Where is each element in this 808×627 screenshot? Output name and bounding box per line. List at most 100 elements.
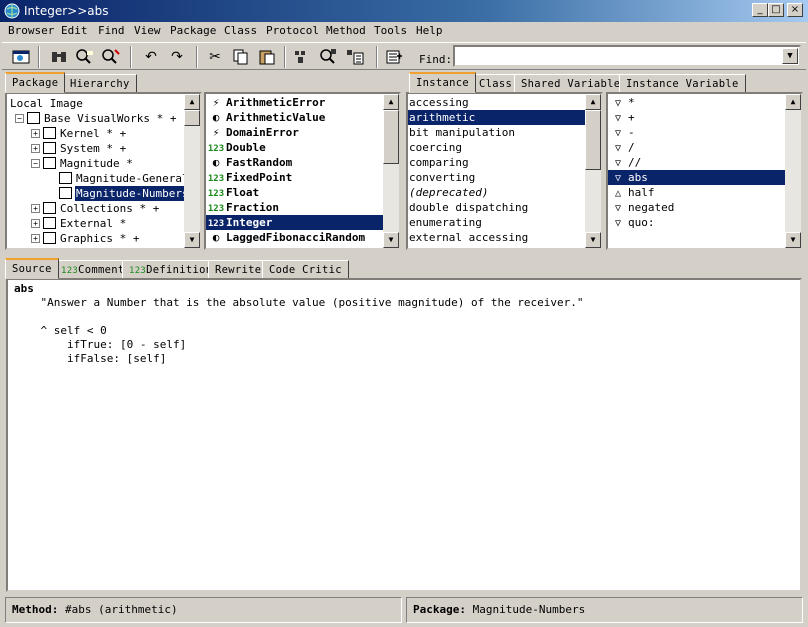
class-list-item[interactable]: ⚡ DomainError bbox=[206, 125, 383, 140]
package-tree-label: Kernel * + bbox=[60, 127, 127, 140]
scroll-up-icon[interactable]: ▲ bbox=[785, 94, 801, 110]
protocol-list-item[interactable]: comparing bbox=[408, 155, 585, 170]
method-list-item[interactable]: ▽ negated bbox=[608, 200, 785, 215]
collapse-icon[interactable]: − bbox=[15, 114, 24, 123]
find-input[interactable]: ▼ bbox=[453, 45, 801, 67]
class-list-pane[interactable]: ⚡ ArithmeticError ◐ ArithmeticValue ⚡ DomainE… bbox=[204, 92, 401, 250]
source-code-editor[interactable]: abs "Answer a Number that is the absolut… bbox=[6, 278, 802, 592]
package-scrollbar[interactable]: ▲ ▼ bbox=[184, 94, 200, 248]
method-list-item[interactable]: ▽ // bbox=[608, 155, 785, 170]
class-list-item[interactable]: 123 Integer bbox=[206, 215, 383, 230]
source-code[interactable]: abs "Answer a Number that is the absolut… bbox=[14, 282, 584, 366]
copy-icon[interactable] bbox=[230, 46, 252, 68]
scroll-thumb[interactable] bbox=[585, 110, 601, 170]
menu-browser[interactable]: Browser bbox=[8, 24, 54, 37]
protocol-list-item[interactable]: (deprecated) bbox=[408, 185, 585, 200]
menu-view[interactable]: View bbox=[134, 24, 161, 37]
redo-icon[interactable]: ↷ bbox=[166, 46, 188, 68]
run-tests-icon[interactable] bbox=[384, 46, 406, 68]
scroll-up-icon[interactable]: ▲ bbox=[585, 94, 601, 110]
paste-icon[interactable] bbox=[256, 46, 278, 68]
method-scrollbar[interactable]: ▲ ▼ bbox=[785, 94, 801, 248]
find-implementors-icon[interactable] bbox=[100, 46, 122, 68]
protocol-list-item[interactable]: accessing bbox=[408, 95, 585, 110]
class-list-item[interactable]: 123 Float bbox=[206, 185, 383, 200]
tab-shared-variable[interactable]: Shared Variable bbox=[514, 74, 628, 93]
tab-code-critic[interactable]: Code Critic bbox=[262, 260, 349, 279]
expand-icon[interactable]: + bbox=[31, 144, 40, 153]
tab-package[interactable]: Package bbox=[5, 72, 66, 93]
class-scrollbar[interactable]: ▲ ▼ bbox=[383, 94, 399, 248]
method-list-item[interactable]: ▽ + bbox=[608, 110, 785, 125]
package-tree-pane[interactable]: Local Image − Base VisualWorks * + + Kernel … bbox=[5, 92, 202, 250]
method-list-pane[interactable]: ▽ * ▽ + ▽ - ▽ / ▽//▽ abs △ half ▽ negated ▽ quo: ▲ ▼ bbox=[606, 92, 803, 250]
class-list-item[interactable]: ◐ ArithmeticValue bbox=[206, 110, 383, 125]
status-method-label: Method: bbox=[12, 603, 59, 616]
tab-rewrite[interactable]: Rewrite bbox=[208, 260, 269, 279]
class-list-item[interactable]: 123 FixedPoint bbox=[206, 170, 383, 185]
class-list-item[interactable]: 123 Fraction bbox=[206, 200, 383, 215]
find-references-icon[interactable] bbox=[74, 46, 96, 68]
cut-icon[interactable]: ✂ bbox=[204, 46, 226, 68]
class-list-item[interactable]: ◐ FastRandom bbox=[206, 155, 383, 170]
tab-source[interactable]: Source bbox=[5, 258, 59, 279]
protocol-list-item[interactable]: double dispatching bbox=[408, 200, 585, 215]
tab-instance[interactable]: Instance bbox=[409, 72, 476, 93]
browser-icon[interactable] bbox=[10, 46, 32, 68]
protocol-list-pane[interactable]: accessing arithmetic bit manipulation coerc… bbox=[406, 92, 603, 250]
minimize-button[interactable]: _ bbox=[752, 3, 768, 17]
class-list-item[interactable]: 123 Double bbox=[206, 140, 383, 155]
expand-icon[interactable]: + bbox=[31, 204, 40, 213]
chevron-down-icon[interactable]: ▼ bbox=[782, 48, 798, 64]
menu-tools[interactable]: Tools bbox=[374, 24, 407, 37]
expand-icon[interactable]: + bbox=[31, 129, 40, 138]
method-list-item[interactable]: △ half bbox=[608, 185, 785, 200]
protocol-scrollbar[interactable]: ▲ ▼ bbox=[585, 94, 601, 248]
tab-definition[interactable]: 123Definition bbox=[122, 260, 220, 279]
protocol-list-item[interactable]: converting bbox=[408, 170, 585, 185]
menu-help[interactable]: Help bbox=[416, 24, 443, 37]
protocol-list-item[interactable]: external accessing bbox=[408, 230, 585, 245]
menu-method[interactable]: Method bbox=[326, 24, 366, 37]
expand-icon[interactable]: + bbox=[31, 234, 40, 243]
title-bar[interactable]: Integer>>abs _ □ × bbox=[0, 0, 808, 22]
scroll-up-icon[interactable]: ▲ bbox=[184, 94, 200, 110]
menu-edit[interactable]: Edit bbox=[61, 24, 88, 37]
menu-protocol[interactable]: Protocol bbox=[266, 24, 319, 37]
undo-icon[interactable]: ↶ bbox=[140, 46, 162, 68]
method-list-item[interactable]: ▽ abs bbox=[608, 170, 785, 185]
scroll-thumb[interactable] bbox=[383, 110, 399, 164]
find-class-icon[interactable] bbox=[292, 46, 314, 68]
method-list-item[interactable]: ▽ - bbox=[608, 125, 785, 140]
scroll-down-icon[interactable]: ▼ bbox=[383, 232, 399, 248]
method-list-item[interactable]: ▽ / bbox=[608, 140, 785, 155]
scroll-up-icon[interactable]: ▲ bbox=[383, 94, 399, 110]
scroll-down-icon[interactable]: ▼ bbox=[785, 232, 801, 248]
tab-instance-variable[interactable]: Instance Variable bbox=[619, 74, 746, 93]
method-list-item[interactable]: ▽ quo: bbox=[608, 215, 785, 230]
expand-icon[interactable]: + bbox=[31, 219, 40, 228]
menu-class[interactable]: Class bbox=[224, 24, 257, 37]
tab-comment[interactable]: 123Comment bbox=[54, 260, 132, 279]
class-list-item[interactable]: ⚡ ArithmeticError bbox=[206, 95, 383, 110]
find-method-icon[interactable] bbox=[318, 46, 340, 68]
class-name: ArithmeticError bbox=[226, 96, 326, 109]
maximize-button[interactable]: □ bbox=[768, 3, 784, 17]
collapse-icon[interactable]: − bbox=[31, 159, 40, 168]
scroll-down-icon[interactable]: ▼ bbox=[184, 232, 200, 248]
close-button[interactable]: × bbox=[787, 3, 803, 17]
scroll-down-icon[interactable]: ▼ bbox=[585, 232, 601, 248]
protocol-list-item[interactable]: enumerating bbox=[408, 215, 585, 230]
protocol-list-item[interactable]: arithmetic bbox=[408, 110, 585, 125]
method-list-item[interactable]: ▽ * bbox=[608, 95, 785, 110]
tab-hierarchy[interactable]: Hierarchy bbox=[63, 74, 137, 93]
protocol-list-item[interactable]: bit manipulation bbox=[408, 125, 585, 140]
class-list-item[interactable]: ◐ LaggedFibonacciRandom bbox=[206, 230, 383, 245]
tab-class[interactable]: Class bbox=[472, 74, 520, 93]
protocol-list-item[interactable]: coercing bbox=[408, 140, 585, 155]
browse-hierarchy-icon[interactable] bbox=[344, 46, 366, 68]
scroll-thumb[interactable] bbox=[184, 110, 200, 126]
menu-package[interactable]: Package bbox=[170, 24, 216, 37]
menu-find[interactable]: Find bbox=[98, 24, 125, 37]
binoculars-icon[interactable] bbox=[48, 46, 70, 68]
